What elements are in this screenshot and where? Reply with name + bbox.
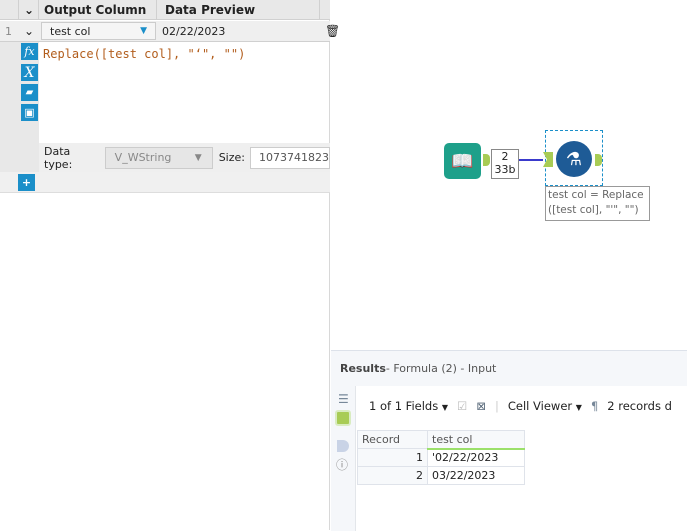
column-header-row: ⌄ Output Column Data Preview xyxy=(0,0,330,20)
fields-dropdown[interactable]: 1 of 1 Fields ▼ xyxy=(369,399,448,413)
connection-line xyxy=(519,159,543,161)
results-header: Results - Formula (2) - Input xyxy=(331,351,687,386)
results-table: Record test col 1 '02/22/2023 2 03/22/20… xyxy=(357,430,525,485)
data-type-value: V_WString xyxy=(114,151,172,164)
record-cell: 1 xyxy=(357,448,428,467)
column-header[interactable]: test col xyxy=(427,430,525,450)
data-type-select[interactable]: V_WString ▼ xyxy=(104,146,213,169)
value-cell[interactable]: 03/22/2023 xyxy=(427,466,525,485)
records-count: 2 records d xyxy=(607,399,672,413)
collapse-all-icon[interactable]: ⌄ xyxy=(19,0,39,19)
row-index: 1 xyxy=(5,24,12,38)
data-preview-header: Data Preview xyxy=(160,0,320,19)
open-folder-icon[interactable]: ▰ xyxy=(21,84,38,101)
output-anchor[interactable] xyxy=(483,154,490,166)
dropdown-arrow-icon: ▼ xyxy=(194,152,202,163)
table-row[interactable]: 2 03/22/2023 xyxy=(357,466,525,485)
save-icon[interactable]: ▣ xyxy=(21,104,38,121)
data-preview-value: 02/22/2023 xyxy=(162,24,226,38)
fx-icon[interactable]: fx xyxy=(21,43,38,60)
add-icon[interactable]: + xyxy=(18,174,35,191)
data-size: 33b xyxy=(494,163,516,176)
workflow-canvas[interactable]: 📖 2 33b ⚗ test col = Replace ([test col]… xyxy=(331,0,687,350)
pilcrow-icon[interactable]: ¶ xyxy=(591,399,598,413)
tool-annotation: test col = Replace ([test col], "'", "") xyxy=(545,186,650,221)
size-input[interactable]: 1073741823 xyxy=(250,146,330,169)
cell-viewer-dropdown[interactable]: Cell Viewer ▼ xyxy=(508,399,582,413)
output-column-header: Output Column xyxy=(39,0,157,19)
viewer-label: Cell Viewer xyxy=(507,399,573,413)
fields-label: 1 of 1 Fields xyxy=(369,399,439,413)
output-anchor[interactable] xyxy=(595,154,602,166)
size-label: Size: xyxy=(218,151,245,164)
formula-row: 1 ⌄ test col ▼ 02/22/2023 🗑 xyxy=(0,21,340,42)
help-icon[interactable]: ⓘ xyxy=(336,456,355,473)
divider: | xyxy=(495,399,499,413)
list-icon[interactable]: ☰ xyxy=(338,392,355,406)
tag-icon[interactable] xyxy=(337,440,349,452)
table-row[interactable]: 1 '02/22/2023 xyxy=(357,448,525,467)
check-all-icon[interactable]: ☑ xyxy=(457,399,467,413)
results-subtitle: - Formula (2) - Input xyxy=(385,362,497,375)
collapse-row-icon[interactable]: ⌄ xyxy=(19,21,39,41)
formula-tool-icon[interactable]: ⚗ xyxy=(556,141,592,177)
expression-editor[interactable]: Replace([test col], "‘", "") xyxy=(43,47,245,61)
data-type-label: Data type: xyxy=(44,144,73,171)
connection-label: 2 33b xyxy=(491,149,519,179)
uncheck-all-icon[interactable]: ⊠ xyxy=(476,399,486,413)
anchor-tab-icon[interactable] xyxy=(335,410,351,426)
record-cell: 2 xyxy=(357,466,428,485)
input-tool-icon[interactable]: 📖 xyxy=(444,143,481,179)
output-column-select[interactable]: test col ▼ xyxy=(41,22,156,40)
results-title: Results xyxy=(340,362,386,375)
record-count: 2 xyxy=(501,150,509,163)
column-header[interactable]: Record xyxy=(357,430,428,449)
variable-icon[interactable]: X xyxy=(21,64,38,81)
formula-config-panel: ⌄ Output Column Data Preview 1 ⌄ test co… xyxy=(0,0,340,530)
results-toolbar: 1 of 1 Fields ▼ ☑ ⊠ | Cell Viewer ▼ ¶ 2 … xyxy=(369,399,672,413)
value-cell[interactable]: '02/22/2023 xyxy=(427,448,525,467)
results-panel: Results - Formula (2) - Input ☰ ⓘ 1 of 1… xyxy=(331,350,687,531)
dropdown-arrow-icon: ▼ xyxy=(140,26,147,36)
output-column-value: test col xyxy=(50,24,91,38)
